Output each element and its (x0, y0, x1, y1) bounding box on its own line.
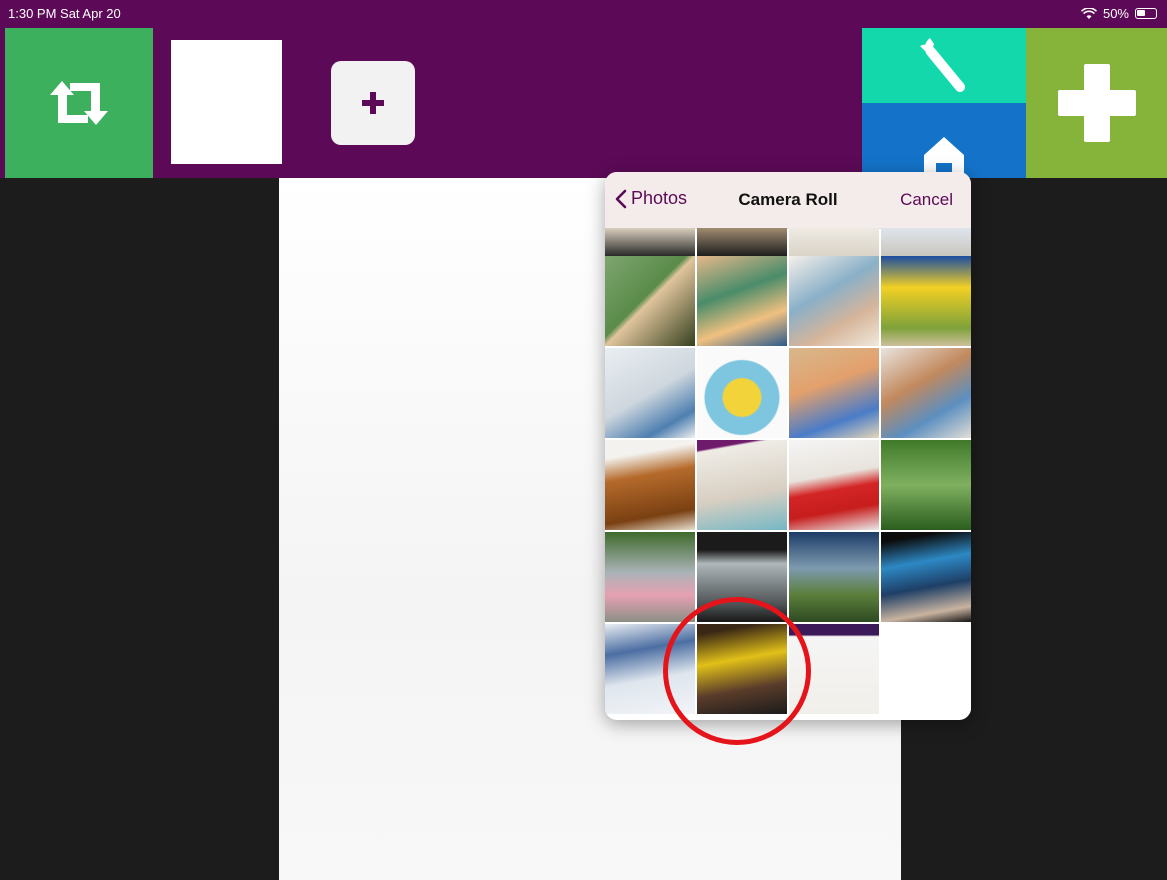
photo-thumbnail[interactable] (789, 348, 879, 438)
battery-percent: 50% (1102, 6, 1129, 21)
add-new-button[interactable] (1026, 28, 1167, 178)
add-item-button[interactable] (331, 61, 415, 145)
picker-header: Photos Camera Roll Cancel (605, 172, 971, 229)
plus-icon (1057, 64, 1136, 142)
wrench-icon (920, 37, 965, 92)
photo-thumbnail[interactable] (605, 532, 695, 622)
red-circle-annotation (663, 597, 811, 745)
photo-thumbnail[interactable] (881, 348, 971, 438)
home-button[interactable] (862, 103, 1026, 178)
selected-image-tile[interactable] (171, 40, 282, 164)
cancel-button[interactable]: Cancel (900, 190, 953, 210)
photo-thumbnail[interactable] (697, 256, 787, 346)
swap-button[interactable] (5, 28, 153, 178)
status-time: 1:30 PM Sat Apr 20 (8, 6, 121, 21)
status-bar: 1:30 PM Sat Apr 20 50% (0, 0, 1167, 28)
photo-thumbnail[interactable] (881, 440, 971, 530)
top-toolbar (0, 28, 1167, 178)
photo-thumbnail[interactable] (697, 348, 787, 438)
empty-grid-slot (881, 624, 971, 714)
photo-thumbnail[interactable] (881, 228, 971, 256)
photo-thumbnail[interactable] (697, 440, 787, 530)
wifi-icon (1080, 7, 1097, 19)
photo-thumbnail[interactable] (789, 228, 879, 256)
photo-thumbnail[interactable] (697, 228, 787, 256)
battery-icon (1135, 8, 1157, 19)
photo-thumbnail[interactable] (881, 256, 971, 346)
photo-thumbnail[interactable] (881, 532, 971, 622)
settings-wrench-button[interactable] (862, 28, 1026, 103)
photo-thumbnail[interactable] (605, 348, 695, 438)
plus-icon (362, 92, 384, 114)
swap-arrows-icon (50, 81, 108, 125)
photo-thumbnail[interactable] (789, 256, 879, 346)
photo-thumbnail[interactable] (605, 440, 695, 530)
photo-thumbnail[interactable] (789, 440, 879, 530)
home-icon (924, 136, 964, 177)
photo-thumbnail[interactable] (605, 256, 695, 346)
partial-thumbnail-row (605, 228, 971, 256)
status-indicators: 50% (1080, 6, 1157, 21)
photo-thumbnail[interactable] (605, 228, 695, 256)
photo-thumbnail[interactable] (789, 532, 879, 622)
